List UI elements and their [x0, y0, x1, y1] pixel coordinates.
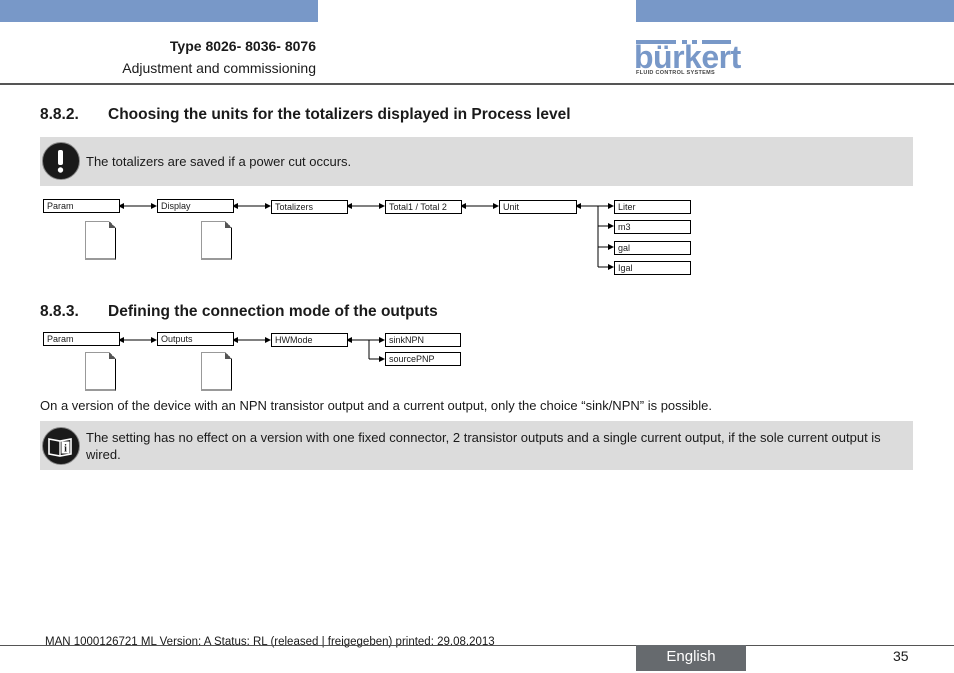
header-band-left: [0, 0, 318, 22]
document-page-icon: [85, 352, 116, 391]
option-igal: Igal: [614, 261, 691, 275]
footer-divider: [0, 645, 954, 646]
section-heading-8-8-2: 8.8.2. Choosing the units for the totaliz…: [40, 106, 571, 123]
info-book-icon: i: [42, 427, 80, 465]
menu-node-param: Param: [43, 199, 120, 213]
menu-diagram-units-connectors: [118, 203, 614, 270]
menu-node-outputs: Outputs: [157, 332, 234, 346]
menu-node-totalizers: Totalizers: [271, 200, 348, 214]
svg-text:i: i: [64, 444, 67, 455]
info-note: i The setting has no effect on a version…: [40, 421, 913, 470]
option-m3: m3: [614, 220, 691, 234]
header-band-right: [636, 0, 954, 22]
brand-tagline: FLUID CONTROL SYSTEMS: [636, 70, 715, 76]
header-divider: [0, 83, 954, 85]
body-paragraph: On a version of the device with an NPN t…: [40, 398, 713, 413]
info-note-text: The setting has no effect on a version w…: [86, 430, 881, 462]
page-number: 35: [893, 648, 909, 664]
menu-node-unit: Unit: [499, 200, 577, 214]
option-liter: Liter: [614, 200, 691, 214]
menu-node-param: Param: [43, 332, 120, 346]
menu-diagram-hwmode-connectors: [118, 337, 385, 362]
warning-note: The totalizers are saved if a power cut …: [40, 137, 913, 186]
warning-note-text: The totalizers are saved if a power cut …: [86, 154, 352, 169]
option-sourcepnp: sourcePNP: [385, 352, 461, 366]
option-sinknpn: sinkNPN: [385, 333, 461, 347]
document-page-icon: [201, 221, 232, 260]
document-page-icon: [85, 221, 116, 260]
language-tab: English: [636, 645, 746, 671]
menu-node-display: Display: [157, 199, 234, 213]
document-page-icon: [201, 352, 232, 391]
chapter-subtitle: Adjustment and commissioning: [122, 60, 316, 76]
option-gal: gal: [614, 241, 691, 255]
section-heading-8-8-3: 8.8.3. Defining the connection mode of th…: [40, 303, 438, 320]
warning-exclamation-icon: [42, 142, 80, 180]
menu-node-total1-total2: Total1 / Total 2: [385, 200, 462, 214]
document-info: MAN 1000126721 ML Version: A Status: RL …: [45, 636, 495, 648]
document-type-title: Type 8026- 8036- 8076: [169, 38, 316, 54]
menu-node-hwmode: HWMode: [271, 333, 348, 347]
